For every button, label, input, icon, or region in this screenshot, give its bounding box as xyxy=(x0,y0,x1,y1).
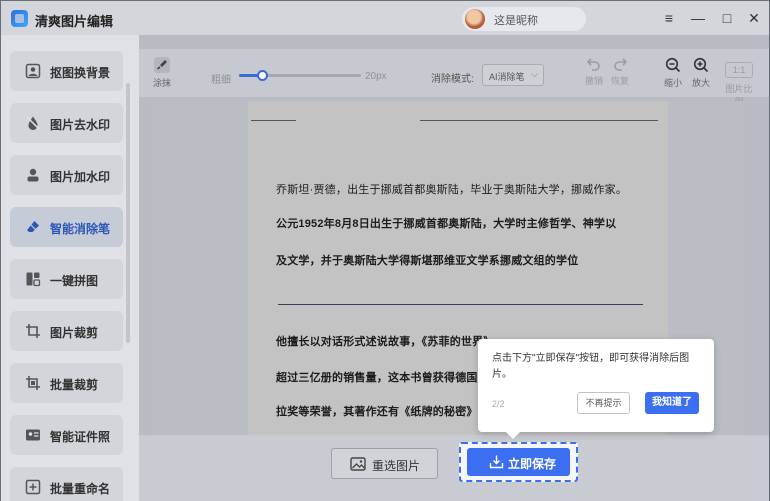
toolbar: 涂抹 粗细 20px 消除模式: AI消除笔 ⌵ 撤销 恢复 缩小 放大 1:1… xyxy=(139,49,769,107)
document-line: 超过三亿册的销售量，这本书曾获得德国 xyxy=(276,372,478,384)
drop-icon xyxy=(26,116,40,130)
sidebar-item-remove-watermark[interactable]: 图片去水印 xyxy=(10,103,123,143)
mode-select[interactable]: AI消除笔 ⌵ xyxy=(482,64,544,86)
title-bar: 清爽图片编辑 这是昵称 ≡ — □ ✕ xyxy=(1,1,769,35)
download-icon xyxy=(489,455,504,469)
sidebar: 抠图换背景 图片去水印 图片加水印 智能消除笔 一键拼图 图片裁剪 批量裁剪 智… xyxy=(1,35,139,501)
size-label: 粗细 xyxy=(211,75,231,86)
got-it-button[interactable]: 我知道了 xyxy=(645,392,699,414)
size-slider-thumb[interactable] xyxy=(257,70,268,81)
zoom-in-label: 放大 xyxy=(691,78,710,88)
maximize-button[interactable]: □ xyxy=(718,9,736,27)
save-label: 立即保存 xyxy=(508,457,557,471)
guide-tooltip: 点击下方"立即保存"按钮，即可获得消除后图片。 2/2 不再提示 我知道了 xyxy=(478,339,714,439)
save-button[interactable]: 立即保存 xyxy=(467,448,570,476)
rename-icon xyxy=(25,479,41,495)
document-line: 拉奖等荣誉，其著作还有《纸牌的秘密》 xyxy=(276,406,478,418)
dont-show-again-button[interactable]: 不再提示 xyxy=(577,392,630,414)
sidebar-item-add-watermark[interactable]: 图片加水印 xyxy=(10,155,123,195)
mode-label: 消除模式: xyxy=(431,74,474,85)
chevron-down-icon: ⌵ xyxy=(531,69,538,79)
user-account[interactable]: 这是昵称 xyxy=(462,7,586,31)
document-line: 及文学，并于奥斯陆大学得斯堪那维亚文学系挪威文组的学位 xyxy=(276,255,579,267)
mode-value: AI消除笔 xyxy=(489,72,525,82)
sidebar-item-label: 抠图换背景 xyxy=(50,66,111,80)
sidebar-item-label: 图片加水印 xyxy=(50,170,111,184)
zoom-in-icon xyxy=(693,57,709,73)
zoom-out-icon xyxy=(665,57,681,73)
batch-crop-icon xyxy=(26,376,40,390)
eraser-icon xyxy=(27,221,39,232)
app-title: 清爽图片编辑 xyxy=(35,14,114,29)
sidebar-scrollbar[interactable] xyxy=(126,83,130,343)
sidebar-item-label: 智能证件照 xyxy=(50,430,111,444)
sidebar-item-label: 批量裁剪 xyxy=(50,378,99,392)
size-slider[interactable] xyxy=(239,70,361,81)
crop-icon xyxy=(26,324,40,338)
size-max-label: 20px xyxy=(365,71,387,82)
sidebar-item-label: 图片去水印 xyxy=(50,118,111,132)
undo-label: 撤销 xyxy=(584,76,603,86)
brush-icon xyxy=(154,57,170,73)
ratio-button[interactable]: 1:1 xyxy=(725,62,753,78)
app-window: 清爽图片编辑 这是昵称 ≡ — □ ✕ 抠图换背景 图片去水印 图片加水印 智能… xyxy=(0,0,770,501)
save-highlight: 立即保存 xyxy=(459,442,578,482)
sidebar-item-cutout[interactable]: 抠图换背景 xyxy=(10,51,123,91)
redo-label: 恢复 xyxy=(610,76,629,86)
minimize-button[interactable]: — xyxy=(689,9,707,27)
zoom-in-button[interactable]: 放大 xyxy=(689,57,713,89)
reselect-button[interactable]: 重选图片 xyxy=(331,448,438,479)
bottom-bar: 重选图片 立即保存 xyxy=(139,435,769,501)
sidebar-item-label: 图片裁剪 xyxy=(50,326,99,340)
document-rule xyxy=(420,120,658,121)
sidebar-item-label: 一键拼图 xyxy=(50,274,99,288)
app-logo-icon xyxy=(11,10,28,27)
reselect-label: 重选图片 xyxy=(372,459,421,473)
sidebar-item-id-photo[interactable]: 智能证件照 xyxy=(10,415,123,455)
brush-tool[interactable]: 涂抹 xyxy=(151,57,173,89)
brush-label: 涂抹 xyxy=(152,78,171,88)
document-line: 公元1952年8月8日出生于挪威首都奥斯陆，大学时主修哲学、神学以 xyxy=(276,218,617,230)
tooltip-text: 点击下方"立即保存"按钮，即可获得消除后图片。 xyxy=(492,353,690,380)
avatar xyxy=(465,9,485,29)
id-card-icon xyxy=(26,429,40,441)
sidebar-item-batch-crop[interactable]: 批量裁剪 xyxy=(10,363,123,403)
image-icon xyxy=(350,457,366,471)
portrait-icon xyxy=(25,63,41,79)
document-line: 他擅长以对话形式述说故事，《苏菲的世界》 xyxy=(276,336,495,348)
tooltip-step: 2/2 xyxy=(492,399,505,409)
close-button[interactable]: ✕ xyxy=(745,9,763,27)
person-icon xyxy=(27,168,39,182)
zoom-out-button[interactable]: 缩小 xyxy=(661,57,685,89)
menu-icon[interactable]: ≡ xyxy=(660,9,678,27)
sidebar-item-collage[interactable]: 一键拼图 xyxy=(10,259,123,299)
sidebar-item-crop[interactable]: 图片裁剪 xyxy=(10,311,123,351)
tooltip-arrow xyxy=(506,432,520,439)
document-rule xyxy=(251,120,296,121)
sidebar-item-label: 智能消除笔 xyxy=(50,222,111,236)
redo-button[interactable]: 恢复 xyxy=(608,57,632,87)
undo-icon xyxy=(586,58,600,71)
document-rule xyxy=(278,304,643,305)
redo-icon xyxy=(614,58,628,71)
collage-icon xyxy=(26,272,41,287)
zoom-out-label: 缩小 xyxy=(663,78,682,88)
sidebar-item-batch-rename[interactable]: 批量重命名 xyxy=(10,467,123,501)
document-line: 乔斯坦·贾德，出生于挪威首都奥斯陆，毕业于奥斯陆大学，挪威作家。 xyxy=(276,184,628,196)
username: 这是昵称 xyxy=(494,15,538,27)
sidebar-item-smart-eraser[interactable]: 智能消除笔 xyxy=(10,207,123,247)
undo-button[interactable]: 撤销 xyxy=(582,57,606,87)
sidebar-item-label: 批量重命名 xyxy=(50,482,111,496)
